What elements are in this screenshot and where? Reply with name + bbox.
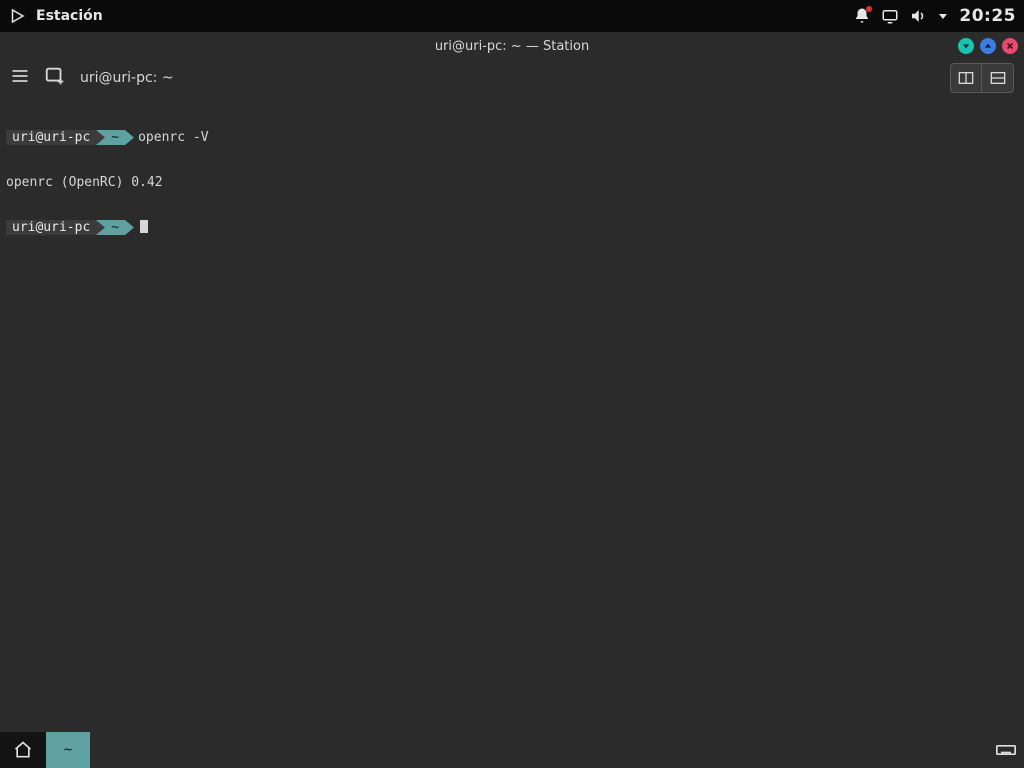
taskbar-tab-label: ~ [64, 742, 72, 758]
window-minimize-button[interactable] [958, 38, 974, 54]
split-vertical-button[interactable] [950, 63, 982, 93]
prompt-path: ~ [105, 130, 125, 145]
terminal-output: openrc (OpenRC) 0.42 [6, 175, 1018, 190]
terminal-line: uri@uri-pc ~ openrc -V [6, 130, 1018, 145]
new-tab-icon[interactable] [44, 65, 66, 91]
taskbar-fill [90, 732, 988, 768]
panel-clock[interactable]: 20:25 [959, 6, 1016, 26]
window-titlebar[interactable]: uri@uri-pc: ~ — Station [0, 32, 1024, 60]
terminal-cursor [140, 220, 148, 233]
keyboard-icon[interactable] [988, 732, 1024, 768]
terminal-window: uri@uri-pc: ~ — Station uri@uri-pc: ~ [0, 32, 1024, 732]
notification-dot [866, 6, 872, 12]
prompt-arrow-icon [125, 130, 138, 145]
split-horizontal-button[interactable] [982, 63, 1014, 93]
prompt-separator-icon [96, 220, 105, 235]
play-icon[interactable] [8, 7, 26, 25]
window-close-button[interactable] [1002, 38, 1018, 54]
window-maximize-button[interactable] [980, 38, 996, 54]
bottom-taskbar: ~ [0, 732, 1024, 768]
panel-app-name[interactable]: Estación [36, 8, 103, 24]
terminal-toolbar: uri@uri-pc: ~ [0, 60, 1024, 96]
bell-icon[interactable] [853, 7, 871, 25]
window-title: uri@uri-pc: ~ — Station [435, 39, 589, 54]
hamburger-icon[interactable] [10, 66, 30, 90]
chevron-down-icon[interactable] [937, 10, 949, 22]
system-panel: Estación 20:25 [0, 0, 1024, 32]
terminal-line: uri@uri-pc ~ [6, 220, 1018, 235]
display-icon[interactable] [881, 7, 899, 25]
terminal-command: openrc -V [138, 130, 208, 145]
prompt-user: uri@uri-pc [6, 130, 96, 145]
terminal-body[interactable]: uri@uri-pc ~ openrc -V openrc (OpenRC) 0.… [0, 96, 1024, 732]
prompt-separator-icon [96, 130, 105, 145]
home-button[interactable] [0, 732, 46, 768]
prompt-user: uri@uri-pc [6, 220, 96, 235]
prompt-path: ~ [105, 220, 125, 235]
terminal-tab-title[interactable]: uri@uri-pc: ~ [80, 70, 174, 86]
volume-icon[interactable] [909, 7, 927, 25]
taskbar-tab[interactable]: ~ [46, 732, 90, 768]
prompt-arrow-icon [125, 220, 138, 235]
